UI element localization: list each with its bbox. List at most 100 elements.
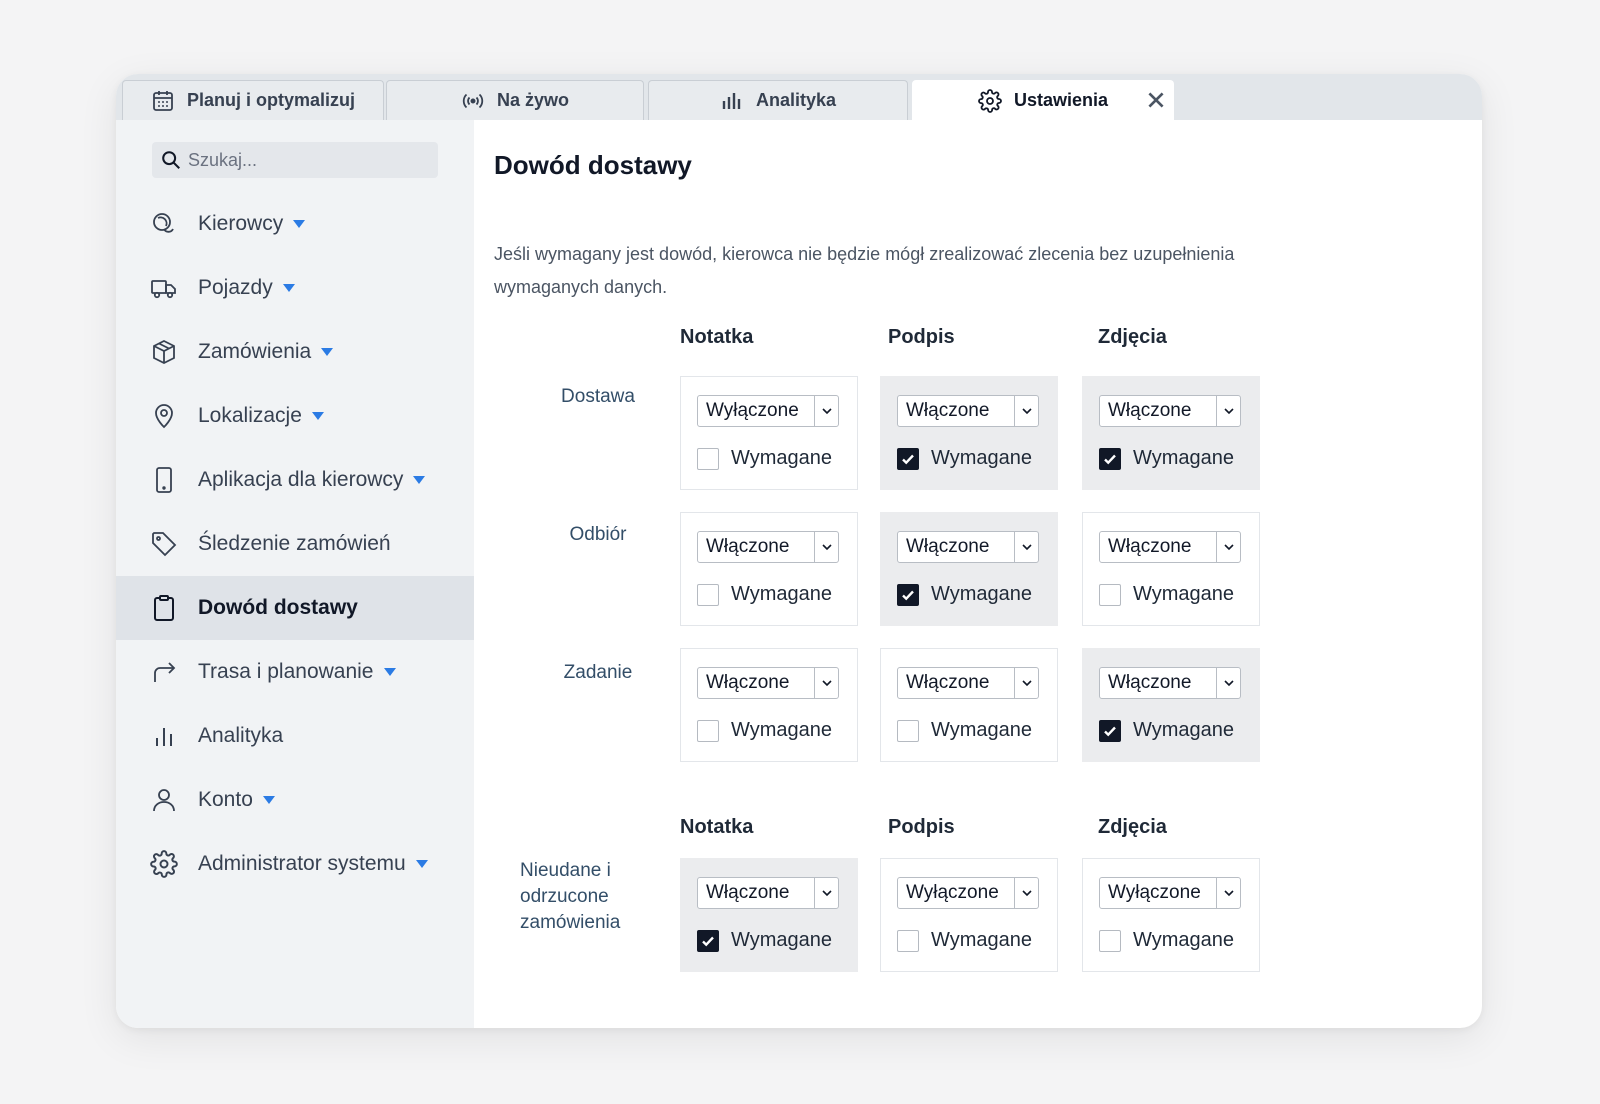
sidebar-item-system-admin[interactable]: Administrator systemu [116,832,474,896]
mode-select[interactable]: Wyłączone [897,877,1039,909]
sidebar-item-kierowcy[interactable]: Kierowcy [116,192,474,256]
required-checkbox-row[interactable]: Wymagane [1099,719,1234,742]
sidebar-item-proof-of-delivery[interactable]: Dowód dostawy [116,576,474,640]
required-checkbox-row[interactable]: Wymagane [1099,929,1234,952]
required-label: Wymagane [731,447,832,469]
mode-select[interactable]: Wyłączone [1099,877,1241,909]
route-arrow-icon [154,662,176,682]
bar-chart-icon [156,728,172,746]
sidebar-item-analytics[interactable]: Analityka [116,704,474,768]
tab-label: Ustawienia [1013,90,1109,110]
sidebar-item-pojazdy[interactable]: Pojazdy [116,256,474,320]
mode-select[interactable]: Włączone [1099,395,1241,427]
cell-task-photos: Włączone Wymagane [1082,648,1260,762]
required-checkbox-row[interactable]: Wymagane [1099,447,1234,470]
column-header-photos: Zdjęcia [1098,326,1167,348]
checkbox-unchecked[interactable] [1099,583,1121,606]
sidebar-item-label: Dowód dostawy [198,596,358,619]
required-label: Wymagane [1133,929,1234,951]
required-checkbox-row[interactable]: Wymagane [697,929,832,952]
checkbox-unchecked[interactable] [897,929,919,952]
cell-delivery-signature: Włączone Wymagane [880,376,1058,490]
cell-failed-note: Włączone Wymagane [680,858,858,972]
mode-select[interactable]: Włączone [897,667,1039,699]
mode-select[interactable]: Włączone [1099,531,1241,563]
sidebar: Kierowcy Pojazdy Zamówienia Lokalizacje … [116,120,474,1028]
chevron-down-icon [1014,878,1038,908]
sidebar-item-zamowienia[interactable]: Zamówienia [116,320,474,384]
tab-plan-optimize[interactable]: Planuj i optymalizuj [122,80,384,120]
mode-select[interactable]: Włączone [897,531,1039,563]
sidebar-item-label: Pojazdy [198,276,273,299]
sidebar-item-label: Administrator systemu [198,852,406,875]
required-checkbox-row[interactable]: Wymagane [897,447,1032,470]
checkbox-checked[interactable] [1099,719,1121,742]
required-checkbox-row[interactable]: Wymagane [697,583,832,606]
checkbox-unchecked[interactable] [1099,929,1121,952]
caret-down-icon [413,476,426,484]
mode-select[interactable]: Włączone [697,877,839,909]
select-value: Wyłączone [906,882,999,903]
required-checkbox-row[interactable]: Wymagane [697,719,832,742]
required-checkbox-row[interactable]: Wymagane [897,719,1032,742]
mode-select[interactable]: Wyłączone [697,395,839,427]
column-header-photos: Zdjęcia [1098,816,1167,838]
mode-select[interactable]: Włączone [697,667,839,699]
checkbox-unchecked[interactable] [697,447,719,470]
sidebar-item-lokalizacje[interactable]: Lokalizacje [116,384,474,448]
tab-label: Na żywo [496,90,570,110]
caret-down-icon [383,668,396,676]
location-pin-icon [155,404,173,429]
required-label: Wymagane [931,447,1032,469]
search-box[interactable] [152,142,438,178]
column-header-signature: Podpis [888,816,955,838]
close-icon[interactable] [1145,89,1167,111]
required-label: Wymagane [731,719,832,741]
checkbox-unchecked[interactable] [897,719,919,742]
sidebar-item-account[interactable]: Konto [116,768,474,832]
sidebar-item-label: Aplikacja dla kierowcy [198,468,404,491]
sidebar-item-route-planning[interactable]: Trasa i planowanie [116,640,474,704]
search-input[interactable] [188,149,428,171]
chevron-down-icon [814,396,838,426]
bar-chart-icon [722,92,741,109]
caret-down-icon [415,860,428,868]
sidebar-item-driver-app[interactable]: Aplikacja dla kierowcy [116,448,474,512]
cell-failed-signature: Wyłączone Wymagane [880,858,1058,972]
main-content: Dowód dostawy Jeśli wymagany jest dowód,… [474,120,1482,1028]
required-checkbox-row[interactable]: Wymagane [897,929,1032,952]
row-label-pickup: Odbiór [569,524,627,545]
required-checkbox-row[interactable]: Wymagane [1099,583,1234,606]
required-label: Wymagane [731,929,832,951]
row-label-task: Zadanie [563,662,633,683]
checkbox-unchecked[interactable] [697,583,719,606]
chevron-down-icon [1216,532,1240,562]
row-label-failed-rejected: Nieudane i odrzucone zamówienia [520,860,621,933]
required-label: Wymagane [1133,583,1234,605]
sidebar-item-order-tracking[interactable]: Śledzenie zamówień [116,512,474,576]
select-value: Włączone [706,536,790,557]
required-label: Wymagane [1133,447,1234,469]
search-icon [162,151,180,169]
required-checkbox-row[interactable]: Wymagane [897,583,1032,606]
tab-live[interactable]: Na żywo [386,80,644,120]
checkbox-checked[interactable] [697,929,719,952]
caret-down-icon [282,284,295,292]
required-checkbox-row[interactable]: Wymagane [697,447,832,470]
tab-analytics[interactable]: Analityka [648,80,908,120]
caret-down-icon [321,348,334,356]
mode-select[interactable]: Włączone [897,395,1039,427]
checkbox-checked[interactable] [897,447,919,470]
chevron-down-icon [814,878,838,908]
cell-pickup-note: Włączone Wymagane [680,512,858,626]
chevron-down-icon [814,532,838,562]
cell-delivery-photos: Włączone Wymagane [1082,376,1260,490]
checkbox-unchecked[interactable] [697,719,719,742]
tab-settings[interactable]: Ustawienia [912,80,1174,120]
clipboard-icon [154,595,174,621]
mode-select[interactable]: Włączone [697,531,839,563]
column-header-signature: Podpis [888,326,955,348]
checkbox-checked[interactable] [897,583,919,606]
checkbox-checked[interactable] [1099,447,1121,470]
mode-select[interactable]: Włączone [1099,667,1241,699]
